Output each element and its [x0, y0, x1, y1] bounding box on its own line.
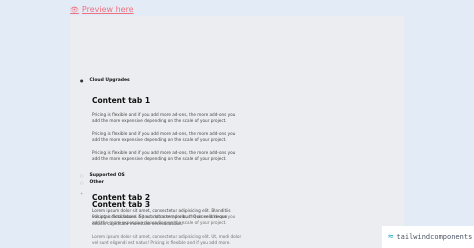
nav-item-supported-os[interactable]: ○ Supported OS — [80, 173, 125, 178]
tab-paragraph: Pricing is flexible and if you add more … — [92, 214, 236, 226]
nav-item-other[interactable]: ○ Other — [80, 180, 104, 185]
tab-1-paragraph: Pricing is flexible and if you add more … — [92, 131, 236, 143]
nav-item-cloud-upgrades[interactable]: ● Cloud Upgrades — [80, 78, 130, 83]
tab-paragraph: Lorem ipsum dolor sit amet, consectetur … — [92, 234, 242, 246]
bullet-icon: ● — [80, 78, 84, 83]
nav-item-twitter[interactable]: ✦ — [80, 191, 83, 196]
circle-icon: ○ — [80, 180, 84, 185]
content-tab-1-title: Content tab 1 — [92, 96, 151, 105]
nav-label: Supported OS — [89, 173, 125, 178]
tailwind-logo-icon: ≈ — [388, 232, 394, 242]
tailwindcomponents-badge[interactable]: ≈ tailwindcomponents — [382, 226, 474, 248]
nav-label: Other — [89, 180, 104, 185]
twitter-icon: ✦ — [80, 191, 84, 196]
preview-label: Preview here — [81, 5, 134, 14]
tab-1-paragraph: Pricing is flexible and if you add more … — [92, 112, 236, 124]
badge-label: tailwindcomponents — [396, 233, 473, 241]
eye-icon: 👁 — [70, 5, 79, 14]
tab-1-paragraph: Pricing is flexible and if you add more … — [92, 150, 236, 162]
nav-label: Cloud Upgrades — [89, 78, 130, 83]
preview-link[interactable]: 👁 Preview here — [70, 5, 134, 14]
circle-icon: ○ — [80, 173, 84, 178]
